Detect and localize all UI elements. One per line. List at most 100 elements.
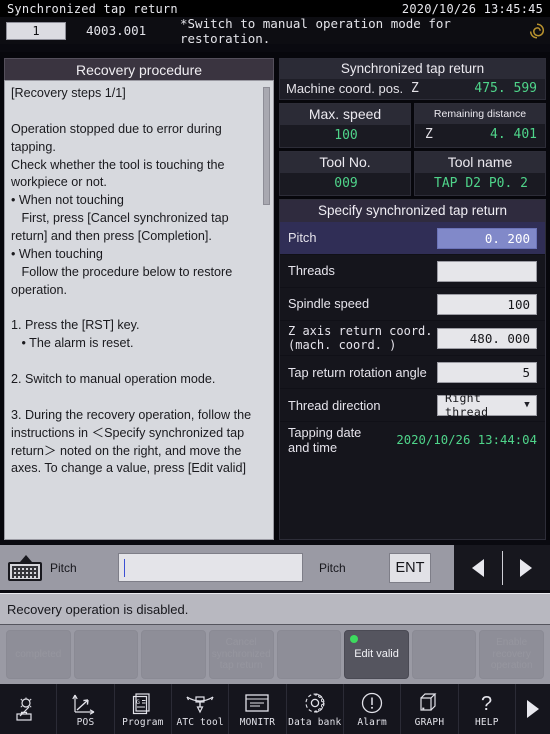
- nav-item-tool-lamp[interactable]: [0, 684, 58, 734]
- softkey-edit-valid-label: Edit valid: [354, 648, 399, 661]
- nav-item-monitr[interactable]: MONITR: [229, 684, 287, 734]
- tapping-datetime-label: Tapping date and time: [288, 425, 396, 455]
- machine-coord-value: 475. 599: [474, 81, 537, 96]
- nav-item-program[interactable]: G Program: [115, 684, 172, 734]
- cube-icon: [417, 690, 441, 716]
- softkey-empty-3: [141, 630, 206, 679]
- nav-label-atc-tool: ATC tool: [176, 717, 224, 728]
- recovery-scrollbar-thumb[interactable]: [263, 87, 270, 205]
- row-threads[interactable]: Threads: [280, 255, 545, 288]
- question-mark-icon: ?: [477, 690, 497, 716]
- keyboard-icon: [8, 554, 42, 581]
- recovery-procedure-panel: Recovery procedure [Recovery steps 1/1] …: [4, 58, 274, 540]
- row-thread-direction[interactable]: Thread direction Right thread ▼: [280, 389, 545, 423]
- nav-item-atc-tool[interactable]: ATC tool: [172, 684, 230, 734]
- softkey-edit-valid[interactable]: Edit valid: [344, 630, 409, 679]
- nav-label-graph: GRAPH: [414, 717, 445, 728]
- pitch-label: Pitch: [288, 230, 317, 246]
- bottom-nav-bar: POS G Program ATC tool MONITR Data bank …: [0, 684, 550, 734]
- row-pitch[interactable]: Pitch 0. 200: [280, 222, 545, 255]
- softkey-completion[interactable]: completed: [6, 630, 71, 679]
- machine-coord-axis: Z: [411, 81, 419, 96]
- nav-item-alarm[interactable]: Alarm: [344, 684, 402, 734]
- tool-name-label: Tool name: [415, 152, 545, 173]
- nav-label-program: Program: [122, 717, 164, 728]
- tap-return-angle-label: Tap return rotation angle: [288, 364, 427, 380]
- keyboard-toggle[interactable]: Pitch: [0, 554, 118, 581]
- svg-text:?: ?: [481, 693, 492, 715]
- tapping-datetime-value: 2020/10/26 13:44:04: [396, 433, 537, 448]
- recovery-procedure-text: [Recovery steps 1/1] Operation stopped d…: [11, 86, 252, 476]
- machine-coord-label: Machine coord. pos.: [286, 81, 404, 96]
- row-tap-return-angle[interactable]: Tap return rotation angle 5: [280, 356, 545, 390]
- arrow-right-icon: [526, 700, 539, 718]
- arrow-left-icon: [471, 558, 484, 577]
- max-speed-card: Max. speed 100: [279, 103, 411, 148]
- row-z-return-coord[interactable]: Z axis return coord. (mach. coord. ) 480…: [280, 321, 545, 357]
- input-bar: Pitch Pitch ENT: [0, 545, 550, 590]
- monitor-icon: [244, 690, 270, 716]
- nav-item-graph[interactable]: GRAPH: [401, 684, 459, 734]
- prev-button[interactable]: [454, 545, 502, 590]
- tool-name-value: TAP D2 P0. 2: [434, 176, 528, 191]
- arrow-right-icon: [520, 558, 533, 577]
- tapping-datetime-label-line2: and time: [288, 440, 338, 456]
- softkey-empty-5: [276, 630, 342, 679]
- softkey-cancel-synchronized-tap-return[interactable]: Cancel synchronized tap return: [208, 630, 274, 679]
- status-block: Synchronized tap return Machine coord. p…: [279, 58, 546, 100]
- enter-button[interactable]: ENT: [389, 552, 431, 583]
- chevron-down-icon: ▼: [524, 400, 530, 411]
- alarm-code: 4003.001: [86, 23, 147, 38]
- tool-no-card: Tool No. 009: [279, 151, 411, 196]
- cnc-screen: Synchronized tap return 2020/10/26 13:45…: [0, 0, 550, 734]
- threads-input[interactable]: [437, 260, 537, 282]
- svg-text:G: G: [136, 698, 140, 706]
- screen-title: Synchronized tap return: [7, 1, 178, 16]
- tap-return-panel: Synchronized tap return Machine coord. p…: [279, 58, 546, 540]
- softkey-row: completed Cancel synchronized tap return…: [0, 625, 550, 684]
- tap-return-angle-input[interactable]: 5: [437, 361, 537, 383]
- nav-more-button[interactable]: [516, 684, 550, 734]
- row-spindle-speed[interactable]: Spindle speed 100: [280, 288, 545, 321]
- status-indicator-dot: [350, 635, 359, 643]
- remaining-distance-axis: Z: [425, 127, 433, 142]
- thread-direction-select[interactable]: Right thread ▼: [437, 391, 537, 419]
- recovery-text-box[interactable]: [Recovery steps 1/1] Operation stopped d…: [4, 80, 274, 540]
- z-return-coord-label: Z axis return coord. (mach. coord. ): [288, 324, 437, 352]
- nav-item-data-bank[interactable]: Data bank: [287, 684, 344, 734]
- machine-coord-row: Machine coord. pos. Z 475. 599: [280, 79, 545, 99]
- z-return-coord-label-line2: (mach. coord. ): [288, 338, 397, 353]
- nav-label-monitr: MONITR: [239, 717, 276, 728]
- thread-direction-label: Thread direction: [288, 397, 381, 413]
- tool-name-card: Tool name TAP D2 P0. 2: [414, 151, 546, 196]
- atc-tool-icon: [185, 690, 215, 716]
- speed-distance-row: Max. speed 100 Remaining distance Z 4. 4…: [279, 103, 546, 148]
- spindle-speed-input[interactable]: 100: [437, 293, 537, 315]
- threads-label: Threads: [288, 263, 335, 279]
- specify-panel-title: Specify synchronized tap return: [280, 200, 545, 222]
- title-bar: Synchronized tap return 2020/10/26 13:45…: [0, 0, 550, 17]
- alarm-bar: 1 4003.001 *Switch to manual operation m…: [0, 16, 550, 46]
- status-message: Recovery operation is disabled.: [0, 593, 550, 625]
- z-return-coord-input[interactable]: 480. 000: [437, 327, 537, 349]
- next-button[interactable]: [503, 545, 550, 590]
- nav-item-pos[interactable]: POS: [57, 684, 115, 734]
- alarm-number[interactable]: 1: [6, 21, 66, 40]
- tool-no-label: Tool No.: [280, 152, 410, 173]
- specify-tap-return-block: Specify synchronized tap return Pitch 0.…: [279, 199, 546, 540]
- nav-label-help: HELP: [474, 717, 499, 728]
- remaining-distance-row: Z 4. 401: [415, 124, 545, 146]
- row-tapping-datetime: Tapping date and time 2020/10/26 13:44:0…: [280, 422, 545, 458]
- softkey-enable-recovery-operation[interactable]: Enable recovery operation: [479, 630, 544, 679]
- pitch-input[interactable]: 0. 200: [437, 227, 537, 249]
- nav-label-alarm: Alarm: [357, 717, 387, 728]
- main-content: Recovery procedure [Recovery steps 1/1] …: [0, 52, 550, 540]
- value-input[interactable]: [118, 553, 303, 582]
- nav-item-help[interactable]: ? HELP: [459, 684, 516, 734]
- z-return-coord-label-line1: Z axis return coord.: [288, 324, 433, 338]
- nav-arrows: [454, 545, 550, 590]
- tool-lamp-icon: [15, 696, 41, 722]
- remaining-distance-value: 4. 401: [490, 127, 537, 142]
- spindle-speed-label: Spindle speed: [288, 296, 370, 312]
- softkey-empty-7: [411, 630, 477, 679]
